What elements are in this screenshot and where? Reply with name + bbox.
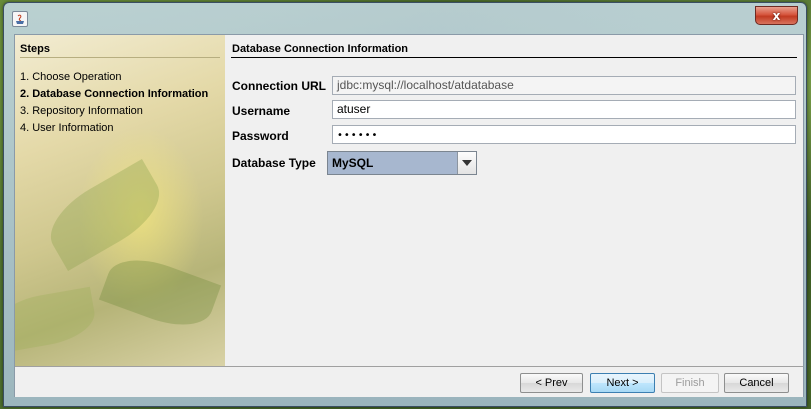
database-type-selected: MySQL: [332, 156, 374, 170]
username-label: Username: [232, 104, 291, 118]
java-app-icon: [12, 11, 28, 27]
wizard-button-bar: < Prev Next > Finish Cancel: [15, 366, 803, 397]
password-value: ••••••: [337, 130, 379, 141]
password-label: Password: [232, 129, 289, 143]
connection-url-field[interactable]: jdbc:mysql://localhost/atdatabase: [332, 76, 796, 95]
decorative-leaf: [38, 159, 172, 271]
steps-panel: Steps 1. Choose Operation 2. Database Co…: [15, 35, 225, 366]
decorative-leaf: [15, 286, 99, 354]
title-bar[interactable]: x: [4, 3, 806, 31]
decorative-leaf: [98, 247, 222, 338]
step-item-choose-operation: 1. Choose Operation: [20, 71, 122, 83]
step-item-repository-information: 3. Repository Information: [20, 105, 143, 117]
chevron-down-icon[interactable]: [457, 152, 476, 174]
finish-button[interactable]: Finish: [661, 373, 719, 393]
steps-title: Steps: [20, 43, 50, 55]
close-button[interactable]: x: [755, 6, 798, 25]
step-item-database-connection: 2. Database Connection Information: [20, 88, 209, 100]
connection-url-label: Connection URL: [232, 79, 326, 93]
step-item-user-information: 4. User Information: [20, 122, 114, 134]
content-title: Database Connection Information: [232, 43, 409, 55]
username-field[interactable]: atuser: [332, 100, 796, 119]
prev-button[interactable]: < Prev: [520, 373, 583, 393]
cancel-button[interactable]: Cancel: [724, 373, 789, 393]
content-divider: [231, 57, 797, 58]
steps-divider: [20, 57, 220, 58]
password-field[interactable]: ••••••: [332, 125, 796, 144]
database-type-select[interactable]: MySQL: [327, 151, 477, 175]
wizard-client-area: Steps 1. Choose Operation 2. Database Co…: [14, 34, 804, 397]
next-button[interactable]: Next >: [590, 373, 655, 393]
database-type-label: Database Type: [232, 156, 316, 170]
wizard-window: x Steps 1. Choose Operation 2. Database …: [3, 2, 807, 407]
close-icon: x: [772, 8, 781, 23]
